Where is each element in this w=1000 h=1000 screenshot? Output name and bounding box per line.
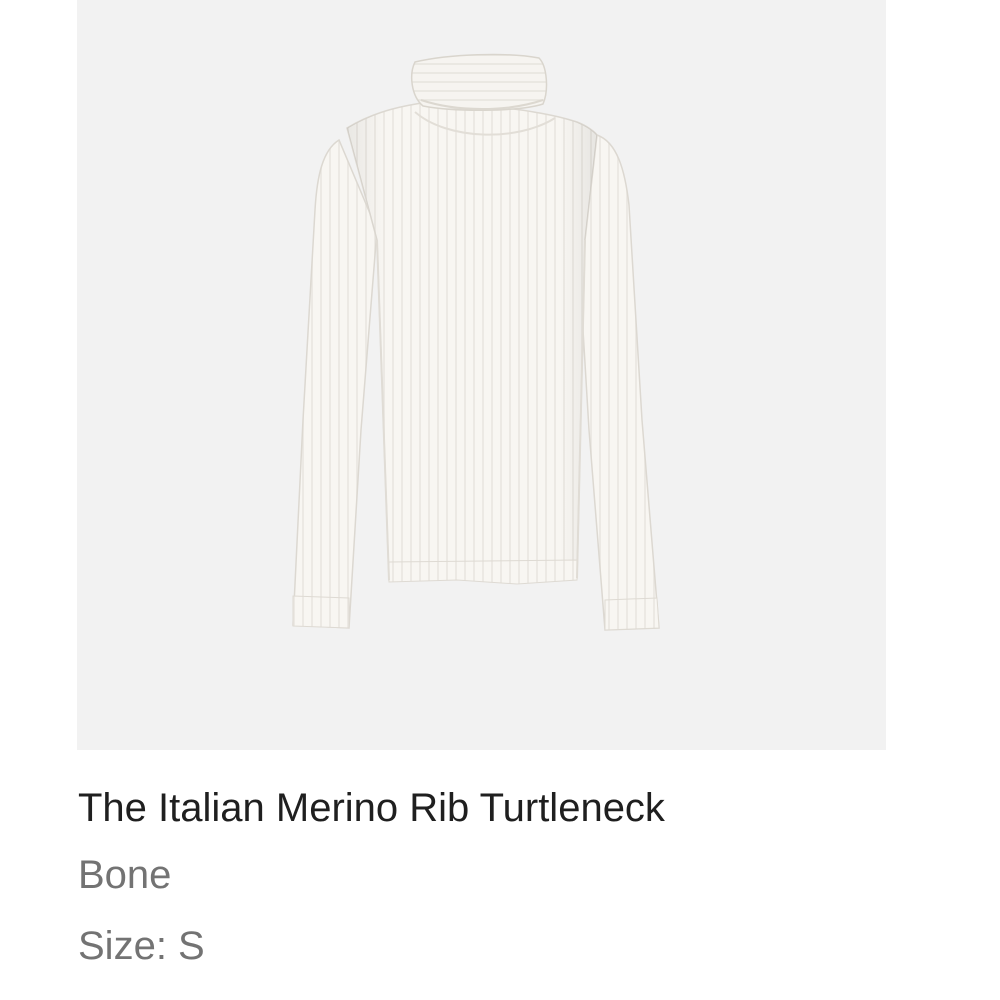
product-card[interactable]: The Italian Merino Rib Turtleneck Bone S… xyxy=(0,0,1000,1000)
turtleneck-sweater-image xyxy=(292,53,660,631)
product-title[interactable]: The Italian Merino Rib Turtleneck xyxy=(78,782,665,834)
product-color: Bone xyxy=(78,853,172,897)
product-image[interactable] xyxy=(77,0,886,750)
product-size: Size: S xyxy=(78,924,205,968)
